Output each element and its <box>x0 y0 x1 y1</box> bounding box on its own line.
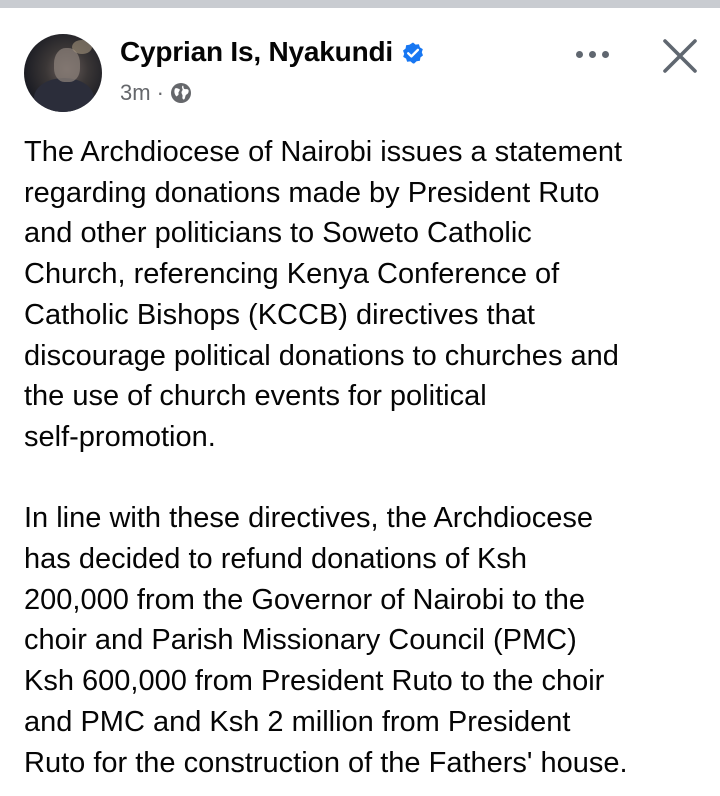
text-line: Catholic Bishops (KCCB) directives that <box>24 298 535 331</box>
globe-icon[interactable] <box>170 82 192 104</box>
meta-separator: · <box>156 80 164 105</box>
text-line: self-promotion. <box>24 420 216 453</box>
post-header: Cyprian Is, Nyakundi 3m · <box>0 8 720 118</box>
author-name-label[interactable]: Cyprian Is, Nyakundi <box>120 36 393 68</box>
text-line: choir and Parish Missionary Council (PMC… <box>24 624 577 657</box>
text-line: 200,000 from the Governor of Nairobi to … <box>24 583 585 616</box>
feed-divider <box>0 0 720 8</box>
more-options-icon <box>575 50 583 58</box>
text-line: Ruto for the construction of the Fathers… <box>24 746 628 779</box>
text-line: has decided to refund donations of Ksh <box>24 543 528 576</box>
text-line: and other politicians to Soweto Catholic <box>24 217 532 250</box>
post-body: The Archdiocese of Nairobi issues a stat… <box>24 132 714 783</box>
close-button[interactable] <box>658 34 702 78</box>
post-timestamp[interactable]: 3m <box>120 80 151 106</box>
post-paragraph-1: The Archdiocese of Nairobi issues a stat… <box>24 132 714 458</box>
text-line: discourage political donations to church… <box>24 339 619 372</box>
verified-badge-icon <box>401 40 425 64</box>
close-icon <box>663 39 697 73</box>
post-meta: 3m · <box>120 80 192 106</box>
author-name[interactable]: Cyprian Is, Nyakundi <box>120 36 425 68</box>
text-line: Ksh 600,000 from President Ruto to the c… <box>24 665 605 698</box>
text-line: The Archdiocese of Nairobi issues a stat… <box>24 136 623 168</box>
more-options-button[interactable] <box>564 38 620 70</box>
avatar[interactable] <box>24 34 102 112</box>
text-line: Church, referencing Kenya Conference of <box>24 258 560 291</box>
text-line: regarding donations made by President Ru… <box>24 176 600 209</box>
text-line: the use of church events for political <box>24 380 487 413</box>
text-line: In line with these directives, the Archd… <box>24 502 594 535</box>
post-paragraph-2: In line with these directives, the Archd… <box>24 498 714 783</box>
text-line: and PMC and Ksh 2 million from President <box>24 705 571 738</box>
